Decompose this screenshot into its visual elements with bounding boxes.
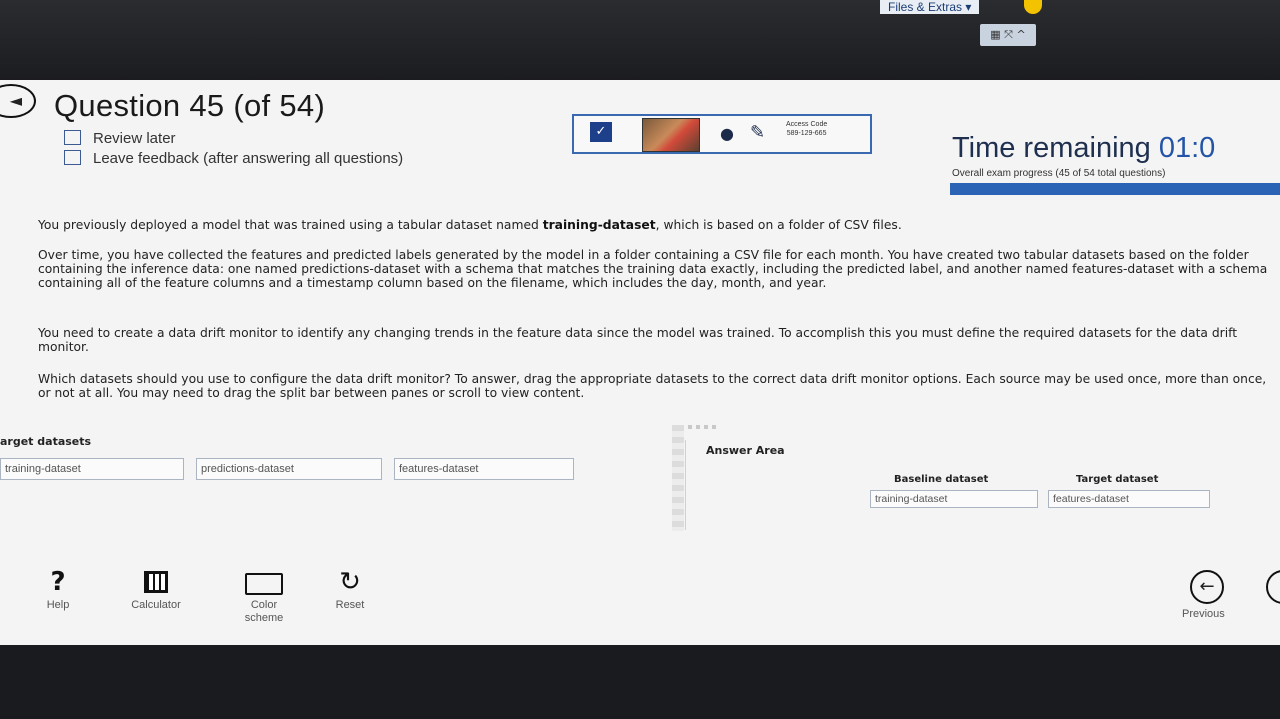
time-remaining: Time remaining 01:0 (952, 132, 1215, 165)
split-bar[interactable] (672, 425, 684, 531)
progress-bar (950, 183, 1280, 195)
verified-icon: ✓ (590, 122, 612, 142)
leave-feedback-checkbox[interactable]: Leave feedback (after answering all ques… (64, 150, 403, 167)
question-title: Question 45 (of 54) (54, 88, 326, 123)
calculator-label: Calculator (131, 599, 181, 611)
time-remaining-value: 01:0 (1158, 132, 1216, 164)
split-bar-grip[interactable] (680, 425, 720, 429)
help-button[interactable]: ? Help (8, 565, 108, 612)
files-extras-menu[interactable]: Files & Extras ▾ (880, 0, 980, 14)
webcam-preview (642, 118, 700, 152)
checkbox-icon (64, 150, 81, 165)
help-label: Help (46, 599, 70, 611)
source-training-dataset[interactable]: training-dataset (0, 458, 184, 480)
question-paragraph-1: You previously deployed a model that was… (38, 218, 1268, 232)
back-arrow-icon[interactable]: ◄ (0, 84, 36, 118)
question-mark-icon: ? (50, 567, 66, 597)
monitor-icon-wrap (214, 565, 314, 599)
answer-area-title: Answer Area (706, 444, 785, 457)
calculator-icon-wrap (106, 565, 206, 599)
access-code-label: Access Code (786, 121, 828, 128)
target-dataset-label: Target dataset (1076, 474, 1159, 485)
exam-screen: ◄ Question 45 (of 54) Review later Leave… (0, 80, 1280, 645)
time-remaining-label: Time remaining (952, 132, 1151, 164)
source-features-dataset[interactable]: features-dataset (394, 458, 574, 480)
checkbox-icon (64, 130, 81, 145)
monitor-bezel-bottom (0, 645, 1280, 719)
source-pane-title: arget datasets (0, 435, 92, 448)
reset-label: Reset (335, 599, 365, 611)
question-paragraph-2: Over time, you have collected the featur… (38, 248, 1268, 290)
question-paragraph-4: Which datasets should you use to configu… (38, 372, 1267, 400)
calculator-button[interactable]: Calculator (106, 565, 206, 612)
previous-label: Previous (1182, 608, 1225, 620)
reset-icon: ↻ (339, 567, 361, 597)
pane-divider (685, 440, 686, 530)
chat-icon[interactable]: ● (720, 124, 734, 143)
window-controls[interactable]: ▦ ⤧ ^ (980, 24, 1036, 46)
question-text: , which is based on a folder of CSV file… (655, 218, 902, 232)
target-dataset-slot[interactable]: features-dataset (1048, 490, 1210, 508)
baseline-dataset-label: Baseline dataset (894, 474, 989, 485)
baseline-dataset-slot[interactable]: training-dataset (870, 490, 1038, 508)
question-paragraph-3: You need to create a data drift monitor … (38, 326, 1238, 354)
color-scheme-button[interactable]: Color scheme (214, 565, 314, 625)
monitor-icon (245, 573, 283, 595)
review-later-checkbox[interactable]: Review later (64, 130, 176, 147)
smiley-icon (1024, 0, 1042, 14)
review-later-label: Review later (93, 130, 176, 147)
proctor-toolbar: ✓ ● ✎ Access Code 589-129-665 (572, 114, 872, 154)
calculator-icon (144, 571, 168, 593)
dataset-name-bold: training-dataset (542, 218, 656, 232)
source-predictions-dataset[interactable]: predictions-dataset (196, 458, 382, 480)
whiteboard-icon[interactable]: ✎ (750, 122, 765, 143)
question-text: You previously deployed a model that was… (38, 218, 543, 232)
monitor-bezel-top: Files & Extras ▾ ▦ ⤧ ^ (0, 0, 1280, 82)
leave-feedback-label: Leave feedback (after answering all ques… (93, 150, 404, 167)
progress-label: Overall exam progress (45 of 54 total qu… (952, 168, 1166, 179)
progress-fill (950, 183, 1224, 195)
color-scheme-label-1: Color (250, 599, 278, 611)
next-arrow-icon[interactable] (1266, 570, 1280, 604)
previous-arrow-icon[interactable]: ← (1190, 570, 1224, 604)
access-code-value: 589-129-665 (786, 130, 827, 137)
color-scheme-label-2: scheme (244, 612, 284, 624)
access-code: Access Code 589-129-665 (786, 120, 827, 138)
reset-button[interactable]: ↻ Reset (300, 565, 400, 612)
